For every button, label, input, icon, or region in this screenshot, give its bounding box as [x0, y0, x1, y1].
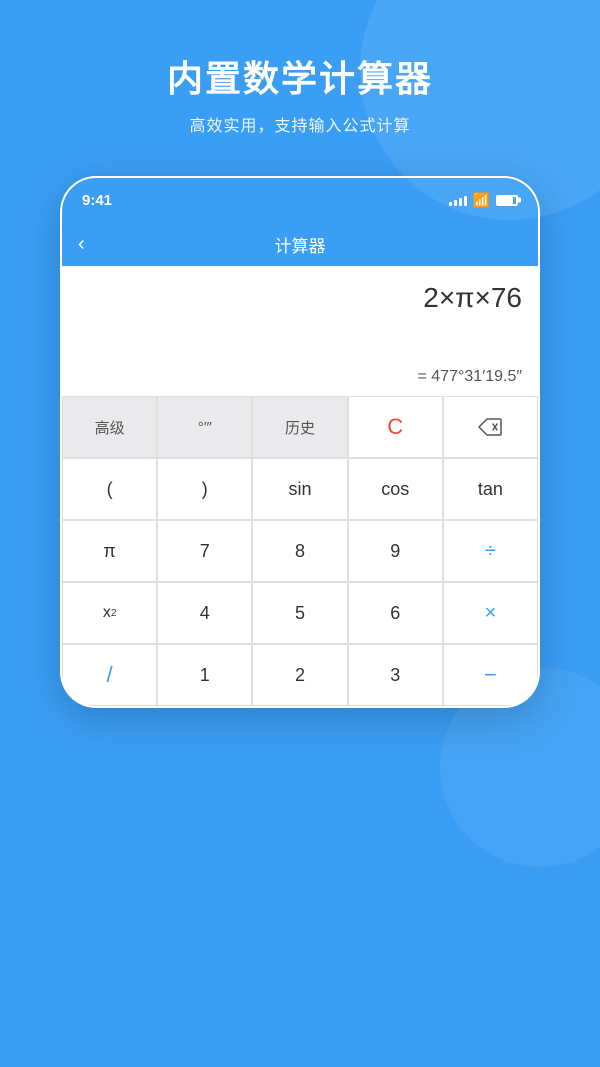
wifi-icon: 📶: [473, 192, 490, 209]
page-header: 内置数学计算器 高效实用，支持输入公式计算: [0, 0, 600, 156]
key-close-paren[interactable]: ): [157, 458, 252, 520]
key-open-paren[interactable]: (: [62, 458, 157, 520]
key-tan[interactable]: tan: [443, 458, 538, 520]
calculator-keyboard: 高级 °′″ 历史 C ( ) sin cos tan: [62, 396, 538, 706]
keyboard-row-2: ( ) sin cos tan: [62, 458, 538, 520]
key-clear[interactable]: C: [348, 396, 443, 458]
key-9[interactable]: 9: [348, 520, 443, 582]
key-cos[interactable]: cos: [348, 458, 443, 520]
phone-mockup: 9:41 📶 ‹ 计算器 2×π×76 = 477°31′1: [0, 176, 600, 708]
calculator-display: 2×π×76 = 477°31′19.5″: [62, 266, 538, 396]
app-title: 计算器: [275, 232, 326, 257]
status-icons: 📶: [449, 192, 518, 209]
status-time: 9:41: [82, 192, 112, 209]
app-header: ‹ 计算器: [62, 222, 538, 266]
key-7[interactable]: 7: [157, 520, 252, 582]
result-expression: = 477°31′19.5″: [78, 368, 522, 386]
battery-icon: [496, 195, 518, 206]
keyboard-row-4: x2 4 5 6 ×: [62, 582, 538, 644]
keyboard-row-1: 高级 °′″ 历史 C: [62, 396, 538, 458]
input-expression: 2×π×76: [78, 282, 522, 332]
key-3[interactable]: 3: [348, 644, 443, 706]
key-minus[interactable]: −: [443, 644, 538, 706]
key-1[interactable]: 1: [157, 644, 252, 706]
key-delete[interactable]: [443, 396, 538, 458]
key-square[interactable]: x2: [62, 582, 157, 644]
page-title: 内置数学计算器: [0, 50, 600, 102]
key-4[interactable]: 4: [157, 582, 252, 644]
key-divide[interactable]: ÷: [443, 520, 538, 582]
key-5[interactable]: 5: [252, 582, 347, 644]
keyboard-row-5: / 1 2 3 −: [62, 644, 538, 706]
status-bar: 9:41 📶: [62, 178, 538, 222]
key-sin[interactable]: sin: [252, 458, 347, 520]
key-2[interactable]: 2: [252, 644, 347, 706]
keyboard-row-3: π 7 8 9 ÷: [62, 520, 538, 582]
signal-icon: [449, 194, 467, 206]
key-advanced[interactable]: 高级: [62, 396, 157, 458]
key-6[interactable]: 6: [348, 582, 443, 644]
back-button[interactable]: ‹: [78, 233, 85, 256]
key-pi[interactable]: π: [62, 520, 157, 582]
key-8[interactable]: 8: [252, 520, 347, 582]
key-degree[interactable]: °′″: [157, 396, 252, 458]
page-subtitle: 高效实用，支持输入公式计算: [0, 112, 600, 136]
key-history[interactable]: 历史: [252, 396, 347, 458]
key-fraction[interactable]: /: [62, 644, 157, 706]
key-multiply[interactable]: ×: [443, 582, 538, 644]
phone-frame: 9:41 📶 ‹ 计算器 2×π×76 = 477°31′1: [60, 176, 540, 708]
